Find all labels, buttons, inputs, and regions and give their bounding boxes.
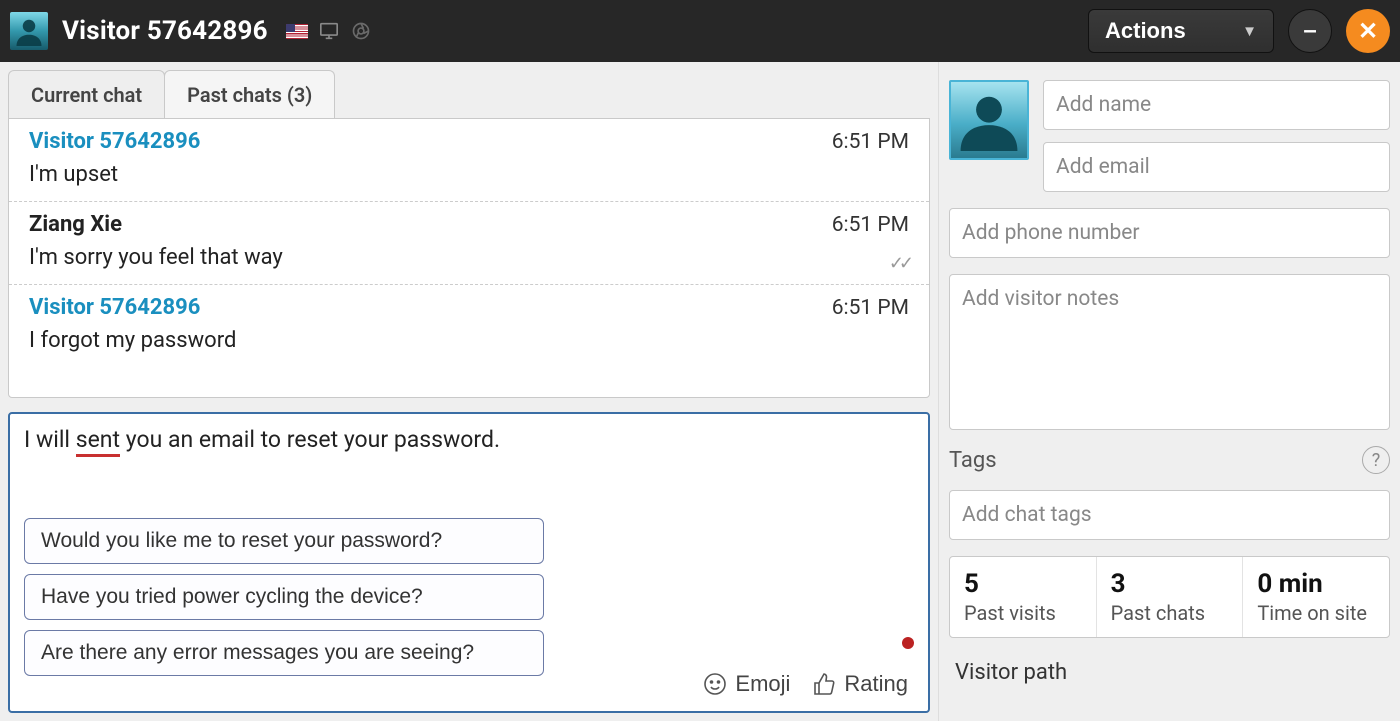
- tab-past-chats[interactable]: Past chats (3): [164, 70, 335, 119]
- browser-icon: [350, 21, 372, 41]
- actions-dropdown[interactable]: Actions ▼: [1088, 9, 1274, 53]
- visitor-phone-input[interactable]: [949, 208, 1390, 258]
- spellcheck-error[interactable]: sent: [76, 426, 120, 457]
- thumbs-up-icon: [812, 672, 836, 696]
- read-receipt-icon: ✓✓: [889, 253, 909, 274]
- minimize-button[interactable]: –: [1288, 9, 1332, 53]
- close-button[interactable]: ✕: [1346, 9, 1390, 53]
- visitor-path-label[interactable]: Visitor path: [949, 654, 1390, 691]
- stat-past-visits[interactable]: 5 Past visits: [950, 557, 1097, 637]
- stat-number: 3: [1111, 569, 1229, 599]
- message-sender: Visitor 57642896: [29, 295, 200, 320]
- chat-tags-input[interactable]: [949, 490, 1390, 540]
- message-time: 6:51 PM: [832, 130, 909, 154]
- stat-label: Time on site: [1257, 601, 1375, 625]
- message-time: 6:51 PM: [832, 296, 909, 320]
- draft-text: I will: [24, 426, 76, 453]
- actions-label: Actions: [1105, 18, 1186, 44]
- stat-time-on-site[interactable]: 0 min Time on site: [1243, 557, 1389, 637]
- emoji-icon: [703, 672, 727, 696]
- draft-text: you an email to reset your password.: [120, 426, 500, 453]
- suggestion-item[interactable]: Are there any error messages you are see…: [24, 630, 544, 676]
- visitor-title: Visitor 57642896: [62, 16, 268, 46]
- chevron-down-icon: ▼: [1242, 23, 1257, 40]
- message-sender: Ziang Xie: [29, 212, 122, 237]
- stat-number: 5: [964, 569, 1082, 599]
- tags-section-label: Tags ?: [949, 446, 1390, 474]
- visitor-avatar-large[interactable]: [949, 80, 1029, 160]
- tags-help-icon[interactable]: ?: [1362, 446, 1390, 474]
- message-composer[interactable]: I will sent you an email to reset your p…: [8, 412, 930, 713]
- message-text: I forgot my password: [29, 328, 909, 353]
- desktop-icon: [318, 21, 340, 41]
- composer-input[interactable]: I will sent you an email to reset your p…: [24, 426, 914, 518]
- message-time: 6:51 PM: [832, 213, 909, 237]
- message-sender: Visitor 57642896: [29, 129, 200, 154]
- stat-label: Past visits: [964, 601, 1082, 625]
- visitor-email-input[interactable]: [1043, 142, 1390, 192]
- tags-label-text: Tags: [949, 448, 997, 473]
- stat-number: 0 min: [1257, 569, 1375, 599]
- tab-current-chat[interactable]: Current chat: [8, 70, 165, 119]
- chat-message: Visitor 57642896 6:51 PM I forgot my pas…: [9, 285, 929, 367]
- rating-label: Rating: [844, 671, 908, 697]
- visitor-name-input[interactable]: [1043, 80, 1390, 130]
- suggestion-item[interactable]: Have you tried power cycling the device?: [24, 574, 544, 620]
- reply-suggestions: Would you like me to reset your password…: [24, 518, 544, 676]
- emoji-button[interactable]: Emoji: [703, 671, 790, 697]
- chat-message: Ziang Xie 6:51 PM I'm sorry you feel tha…: [9, 202, 929, 285]
- recording-indicator-icon: [902, 637, 914, 649]
- chat-transcript: Visitor 57642896 6:51 PM I'm upset Ziang…: [8, 118, 930, 398]
- chat-message: Visitor 57642896 6:51 PM I'm upset: [9, 119, 929, 202]
- visitor-avatar-small: [10, 12, 48, 50]
- suggestion-item[interactable]: Would you like me to reset your password…: [24, 518, 544, 564]
- stat-past-chats[interactable]: 3 Past chats: [1097, 557, 1244, 637]
- chat-panel: Current chat Past chats (3) Visitor 5764…: [0, 62, 938, 721]
- visitor-meta-icons: [286, 21, 372, 41]
- flag-us-icon: [286, 24, 308, 39]
- visitor-notes-input[interactable]: [949, 274, 1390, 430]
- rating-button[interactable]: Rating: [812, 671, 908, 697]
- visitor-stats: 5 Past visits 3 Past chats 0 min Time on…: [949, 556, 1390, 638]
- visitor-details-panel: Tags ? 5 Past visits 3 Past chats 0 min …: [938, 62, 1400, 721]
- emoji-label: Emoji: [735, 671, 790, 697]
- chat-header: Visitor 57642896 Actions ▼ – ✕: [0, 0, 1400, 62]
- message-text: I'm upset: [29, 162, 909, 187]
- message-text: I'm sorry you feel that way: [29, 245, 909, 270]
- chat-tabs: Current chat Past chats (3): [8, 70, 930, 119]
- stat-label: Past chats: [1111, 601, 1229, 625]
